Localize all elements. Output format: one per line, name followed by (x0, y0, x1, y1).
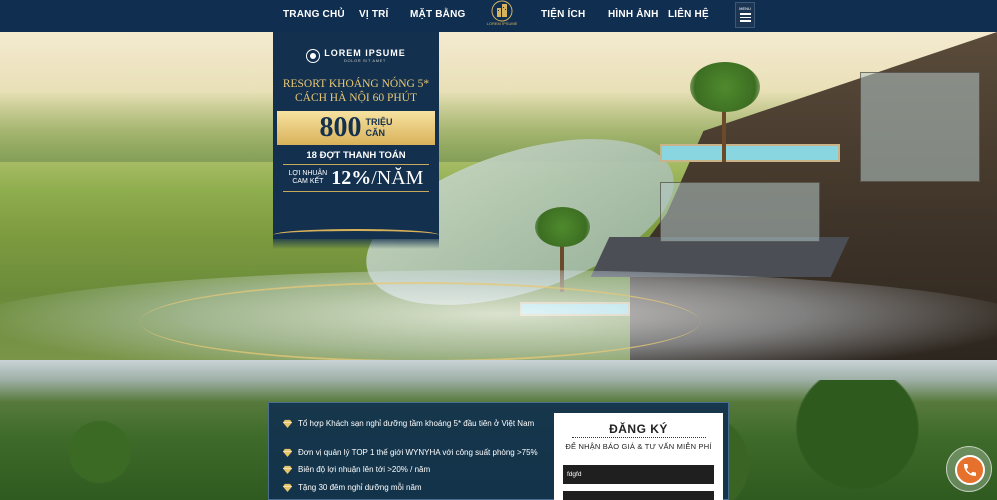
hamburger-icon (739, 13, 751, 15)
diamond-icon (283, 483, 292, 492)
profit-suffix: /NĂM (371, 167, 424, 189)
menu-label: MENU (739, 6, 751, 11)
rooftop-pool (660, 144, 840, 162)
promo-card: LOREM IPSUME DOLOR SIT AMET RESORT KHOÁN… (273, 32, 439, 249)
nav-item-floor-plan[interactable]: MẶT BẰNG (410, 9, 465, 20)
promo-divider-2 (283, 191, 429, 192)
building-logo-icon (491, 0, 513, 22)
nav-item-gallery[interactable]: HÌNH ẢNH (608, 9, 659, 20)
hamburger-icon-bar-2 (739, 16, 751, 18)
logo-text: LOREM IPSUME (486, 21, 518, 26)
brand-logo-icon (306, 48, 321, 63)
decorative-gold-wave (140, 282, 700, 360)
benefit-item: Biên độ lợi nhuận lên tới >20% / năm (283, 463, 538, 476)
price-unit-top: TRIỆU (365, 117, 393, 127)
benefit-text: Tổ hợp Khách sạn nghỉ dưỡng tầm khoáng 5… (298, 419, 535, 428)
call-button-inner (955, 455, 985, 485)
building-glass (660, 182, 820, 242)
brand-name: LOREM IPSUME (324, 48, 406, 58)
benefit-item: Đơn vị quản lý TOP 1 thế giới WYNYHA với… (283, 446, 548, 459)
hero-banner (0, 32, 997, 360)
nav-item-location[interactable]: VỊ TRÍ (359, 9, 389, 20)
promo-divider (283, 164, 429, 165)
promo-brand: LOREM IPSUME DOLOR SIT AMET (306, 48, 406, 63)
profit-label: LỢI NHUẬN CAM KẾT (289, 170, 328, 186)
diamond-icon (283, 465, 292, 474)
phone-input[interactable] (563, 491, 714, 500)
building-glass-upper (860, 72, 980, 182)
promo-swoosh (273, 223, 439, 249)
profit-percent: 12% (331, 167, 372, 189)
palm-tree (690, 62, 760, 112)
price-unit: TRIỆU CĂN (366, 117, 393, 139)
hamburger-icon-bar-3 (739, 20, 751, 22)
diamond-icon (283, 448, 292, 457)
profit-value: 12%/NĂM (331, 167, 423, 189)
installments-text: 18 ĐỢT THANH TOÁN (306, 150, 406, 161)
form-title-underline (571, 437, 706, 438)
price-banner: 800 TRIỆU CĂN (277, 111, 435, 145)
phone-icon (964, 464, 976, 476)
top-navigation: TRANG CHỦ VỊ TRÍ MẶT BẰNG LOREM IPSUME T… (0, 0, 997, 32)
landing-page: TRANG CHỦ VỊ TRÍ MẶT BẰNG LOREM IPSUME T… (0, 0, 997, 500)
benefit-item: Tặng 30 đêm nghỉ dưỡng mỗi năm (283, 481, 538, 494)
price-unit-bottom: CĂN (365, 128, 386, 138)
site-logo[interactable]: LOREM IPSUME (484, 0, 520, 32)
registration-form: ĐĂNG KÝ ĐỂ NHẬN BÁO GIÁ & TƯ VẤN MIỄN PH… (554, 413, 723, 500)
profit-label-line1: LỢI NHUẬN (288, 170, 328, 177)
call-button[interactable] (946, 446, 992, 492)
nav-item-contact[interactable]: LIÊN HỆ (668, 9, 709, 20)
promo-headline-2: CÁCH HÀ NỘI 60 PHÚT (294, 92, 418, 104)
promo-headline-1: RESORT KHOÁNG NÓNG 5* (282, 78, 430, 90)
price-value: 800 (319, 112, 362, 143)
benefit-text: Biên độ lợi nhuận lên tới >20% / năm (298, 465, 431, 474)
form-subtitle: ĐỂ NHẬN BÁO GIÁ & TƯ VẤN MIỄN PHÍ (565, 442, 712, 451)
brand-subtitle: DOLOR SIT AMET (344, 58, 386, 63)
menu-button[interactable]: MENU (735, 2, 755, 28)
benefit-text: Đơn vị quản lý TOP 1 thế giới WYNYHA với… (298, 448, 538, 457)
palm-tree-2 (535, 207, 590, 247)
benefit-item: Tổ hợp Khách sạn nghỉ dưỡng tầm khoáng 5… (283, 417, 538, 430)
benefit-text: Tặng 30 đêm nghỉ dưỡng mỗi năm (298, 483, 422, 492)
nav-item-amenities[interactable]: TIỆN ÍCH (541, 9, 585, 20)
name-input[interactable] (563, 465, 714, 484)
profit-label-line2: CAM KẾT (292, 178, 324, 185)
nav-item-home[interactable]: TRANG CHỦ (283, 9, 345, 20)
diamond-icon (283, 419, 292, 428)
profit-commitment: LỢI NHUẬN CAM KẾT 12%/NĂM (289, 167, 424, 189)
form-title: ĐĂNG KÝ (609, 422, 668, 436)
